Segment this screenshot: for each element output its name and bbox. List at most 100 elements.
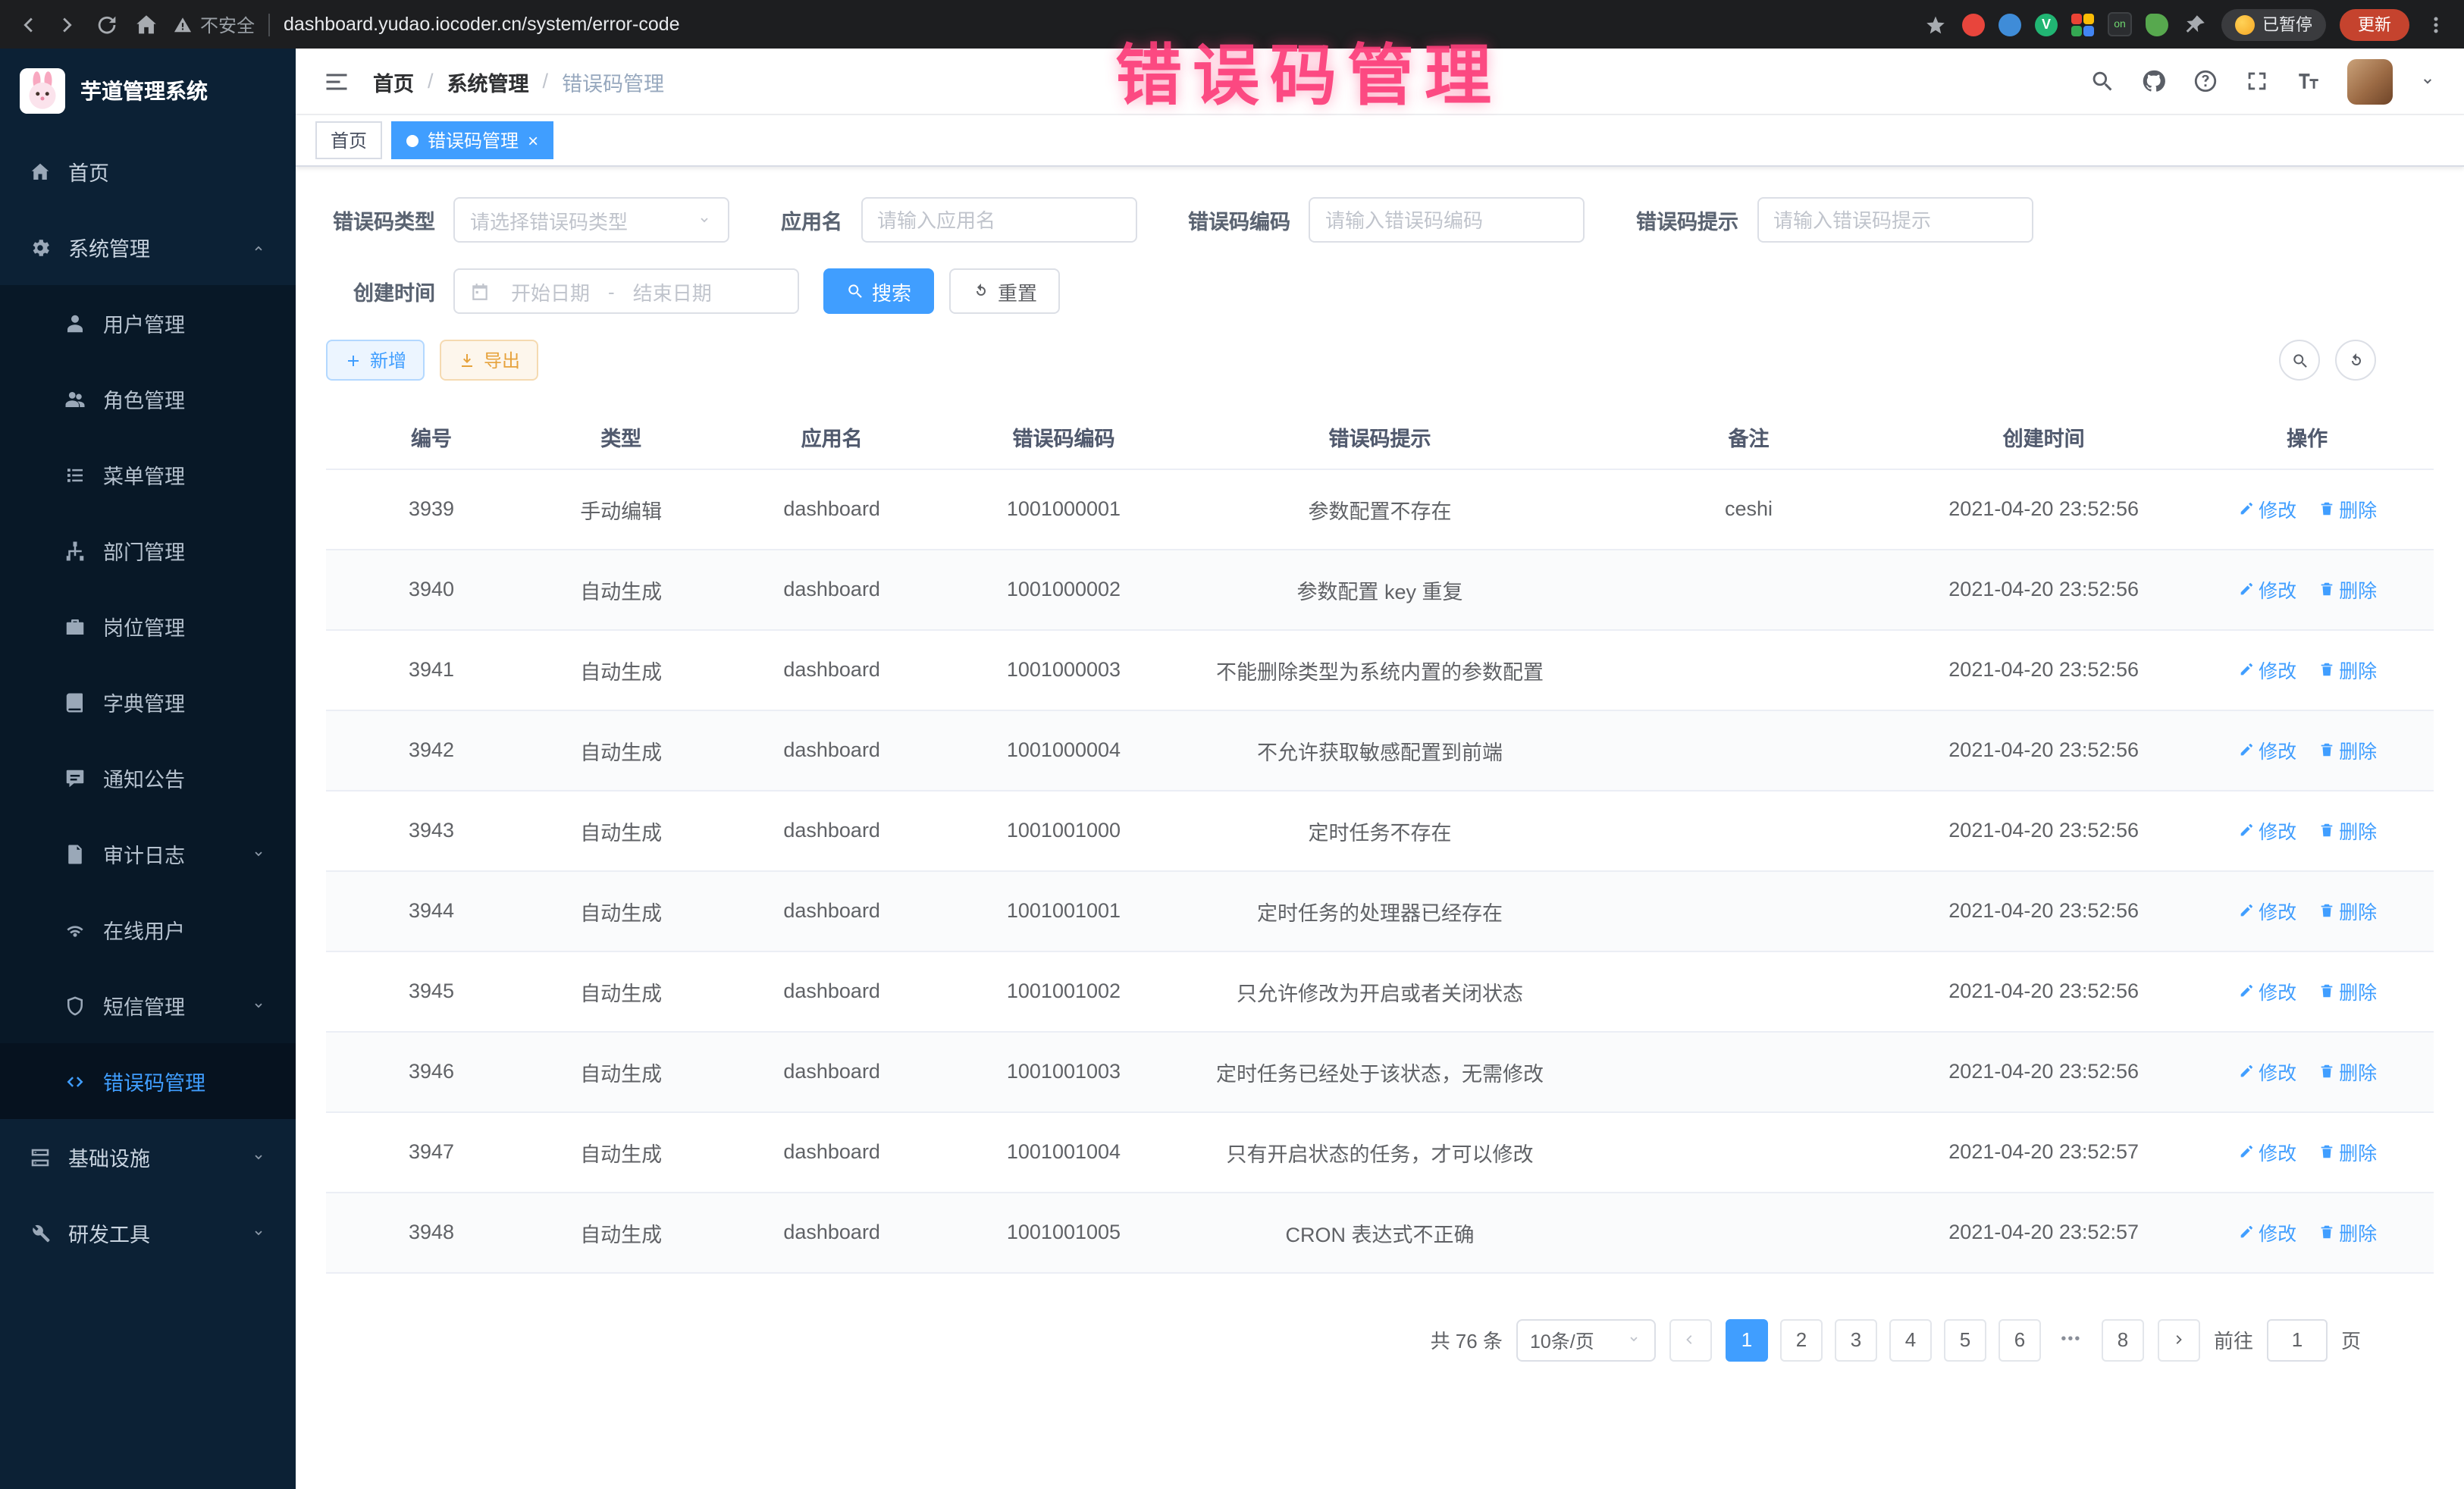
edit-link[interactable]: 修改: [2237, 1218, 2296, 1246]
help-icon[interactable]: [2193, 68, 2218, 94]
ext-blue-icon[interactable]: [1998, 13, 2021, 36]
delete-link[interactable]: 删除: [2318, 1218, 2377, 1246]
tab-close-icon[interactable]: ×: [528, 131, 538, 149]
sidebar-item-online-user[interactable]: 在线用户: [0, 892, 296, 967]
browser-home-icon[interactable]: [133, 11, 159, 37]
sidebar-item-system[interactable]: 系统管理: [0, 209, 296, 285]
export-button[interactable]: 导出: [440, 340, 538, 381]
edit-link[interactable]: 修改: [2237, 896, 2296, 925]
error-hint-input[interactable]: [1757, 197, 2033, 243]
forward-icon[interactable]: [55, 11, 80, 37]
ext-red-icon[interactable]: [1962, 13, 1985, 36]
edit-link[interactable]: 修改: [2237, 976, 2296, 1005]
ext-leaf-icon[interactable]: [2146, 13, 2168, 36]
delete-link[interactable]: 删除: [2318, 575, 2377, 603]
header-search-icon[interactable]: [2089, 68, 2115, 94]
sidebar-item-home[interactable]: 首页: [0, 133, 296, 209]
avatar-caret-icon[interactable]: [2419, 72, 2437, 90]
page-5-button[interactable]: 5: [1944, 1318, 1986, 1361]
delete-link[interactable]: 删除: [2318, 655, 2377, 684]
cell-time: 2021-04-20 23:52:56: [1907, 790, 2180, 870]
delete-link[interactable]: 删除: [2318, 494, 2377, 523]
edit-link[interactable]: 修改: [2237, 575, 2296, 603]
toggle-search-button[interactable]: [2279, 340, 2320, 381]
browser-menu-icon[interactable]: [2423, 11, 2449, 37]
app-name-input[interactable]: [861, 197, 1136, 243]
cell-remark: [1591, 549, 1907, 629]
edit-link[interactable]: 修改: [2237, 655, 2296, 684]
edit-link[interactable]: 修改: [2237, 1057, 2296, 1086]
delete-link[interactable]: 删除: [2318, 1137, 2377, 1166]
paused-badge[interactable]: 已暂停: [2221, 8, 2326, 40]
cell-remark: [1591, 1031, 1907, 1111]
edit-link[interactable]: 修改: [2237, 735, 2296, 764]
error-code-input[interactable]: [1309, 197, 1585, 243]
ext-switch-icon[interactable]: on: [2108, 12, 2132, 36]
sidebar-item-dev-tools[interactable]: 研发工具: [0, 1195, 296, 1271]
page-3-button[interactable]: 3: [1835, 1318, 1877, 1361]
sidebar-item-menu[interactable]: 菜单管理: [0, 437, 296, 513]
cell-remark: [1591, 629, 1907, 710]
ext-vue-devtools-icon[interactable]: V: [2035, 13, 2058, 36]
tab-error-code[interactable]: 错误码管理×: [391, 121, 553, 159]
url-text[interactable]: dashboard.yudao.iocoder.cn/system/error-…: [284, 14, 680, 35]
add-button[interactable]: 新增: [326, 340, 425, 381]
tab-home[interactable]: 首页: [315, 121, 382, 159]
search-button[interactable]: 搜索: [823, 268, 934, 314]
extensions-pin-icon[interactable]: [2182, 11, 2208, 37]
sidebar-item-sms[interactable]: 短信管理: [0, 967, 296, 1043]
sidebar-item-label: 用户管理: [103, 308, 185, 338]
page-6-button[interactable]: 6: [1998, 1318, 2041, 1361]
pagination-ellipsis[interactable]: •••: [2053, 1318, 2089, 1361]
sidebar-item-dept[interactable]: 部门管理: [0, 513, 296, 588]
ext-grid-icon[interactable]: [2071, 13, 2094, 36]
sidebar-item-dict[interactable]: 字典管理: [0, 664, 296, 740]
cell-app: dashboard: [705, 951, 958, 1031]
prev-page-button[interactable]: [1669, 1318, 1712, 1361]
cell-actions: 修改删除: [2180, 951, 2434, 1031]
goto-page-input[interactable]: [2267, 1318, 2328, 1361]
edit-link[interactable]: 修改: [2237, 1137, 2296, 1166]
breadcrumb-home[interactable]: 首页: [373, 66, 414, 96]
breadcrumb-system[interactable]: 系统管理: [447, 66, 529, 96]
font-size-icon[interactable]: [2296, 68, 2321, 94]
delete-link[interactable]: 删除: [2318, 976, 2377, 1005]
sidebar-item-error-code[interactable]: 错误码管理: [0, 1043, 296, 1119]
date-range-picker[interactable]: 开始日期 - 结束日期: [453, 268, 799, 314]
delete-link[interactable]: 删除: [2318, 816, 2377, 845]
sidebar-item-role[interactable]: 角色管理: [0, 361, 296, 437]
column-header: 错误码编码: [958, 405, 1169, 469]
github-icon[interactable]: [2141, 68, 2167, 94]
delete-link[interactable]: 删除: [2318, 896, 2377, 925]
update-button[interactable]: 更新: [2340, 8, 2409, 40]
bookmark-star-icon[interactable]: [1923, 11, 1948, 37]
edit-link[interactable]: 修改: [2237, 494, 2296, 523]
sidebar-item-infra[interactable]: 基础设施: [0, 1119, 296, 1195]
error-type-select[interactable]: 请选择错误码类型: [453, 197, 729, 243]
security-indicator[interactable]: 不安全: [173, 11, 255, 37]
refresh-table-button[interactable]: [2335, 340, 2376, 381]
reset-button[interactable]: 重置: [949, 268, 1060, 314]
download-icon: [458, 351, 476, 369]
back-icon[interactable]: [15, 11, 41, 37]
app-logo[interactable]: 芋道管理系统: [0, 49, 296, 133]
sidebar-toggle-icon[interactable]: [323, 67, 350, 95]
sidebar-item-user[interactable]: 用户管理: [0, 285, 296, 361]
next-page-button[interactable]: [2158, 1318, 2200, 1361]
page-8-button[interactable]: 8: [2102, 1318, 2144, 1361]
page-4-button[interactable]: 4: [1889, 1318, 1932, 1361]
delete-link[interactable]: 删除: [2318, 1057, 2377, 1086]
sidebar-item-notice[interactable]: 通知公告: [0, 740, 296, 816]
sidebar-item-audit-log[interactable]: 审计日志: [0, 816, 296, 892]
page-1-button[interactable]: 1: [1726, 1318, 1768, 1361]
page-2-button[interactable]: 2: [1780, 1318, 1823, 1361]
fullscreen-icon[interactable]: [2244, 68, 2270, 94]
reload-icon[interactable]: [94, 11, 120, 37]
sidebar-item-post[interactable]: 岗位管理: [0, 588, 296, 664]
user-avatar[interactable]: [2347, 58, 2393, 104]
delete-link[interactable]: 删除: [2318, 735, 2377, 764]
page-size-select[interactable]: 10条/页: [1516, 1318, 1656, 1361]
edit-link[interactable]: 修改: [2237, 816, 2296, 845]
filter-row-1: 错误码类型 请选择错误码类型 应用名 错误码编码: [326, 197, 2434, 243]
column-header: 应用名: [705, 405, 958, 469]
